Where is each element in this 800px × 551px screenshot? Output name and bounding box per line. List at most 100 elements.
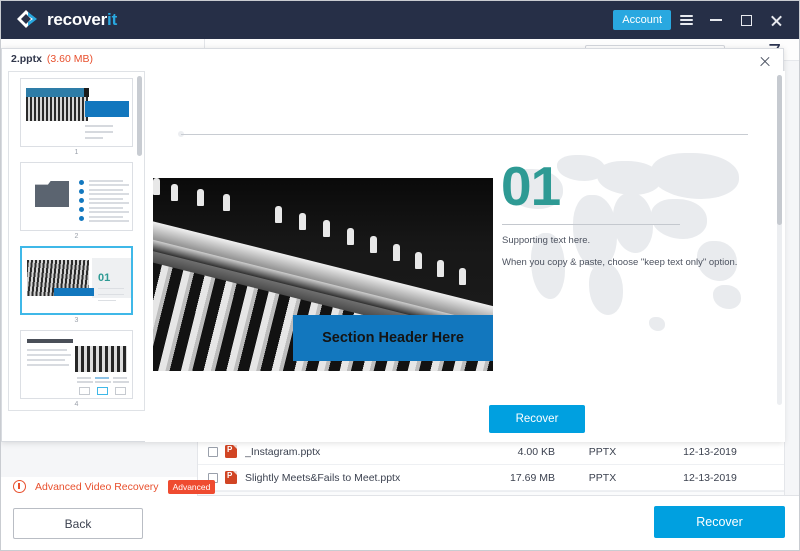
bottom-bar: Advanced Video Recovery Advanced Back Re… — [1, 477, 799, 550]
preview-scrollbar[interactable] — [777, 75, 782, 405]
thumb-bullet — [79, 180, 84, 185]
thumb-line — [27, 349, 67, 351]
thumbnail-scrollbar[interactable] — [137, 76, 142, 156]
photo-statue — [171, 184, 178, 201]
thumb-photo — [75, 346, 127, 372]
account-button[interactable]: Account — [613, 10, 671, 30]
thumb-line — [77, 381, 93, 383]
thumbnail-slide-2[interactable] — [20, 162, 133, 231]
thumb-line — [89, 193, 129, 195]
maximize-button[interactable] — [731, 5, 761, 35]
thumb-line — [113, 377, 127, 379]
thumb-line — [27, 364, 69, 366]
photo-statue — [415, 252, 422, 269]
thumb-line — [89, 184, 129, 186]
thumb-line — [113, 381, 129, 383]
table-row[interactable]: _Instagram.pptx 4.00 KB PPTX 12-13-2019 — [198, 439, 784, 465]
recoverit-logo-icon — [15, 8, 39, 32]
file-date: 12-13-2019 — [683, 471, 737, 484]
file-name: _Instagram.pptx — [245, 445, 321, 458]
file-list: _Instagram.pptx 4.00 KB PPTX 12-13-2019 … — [197, 439, 785, 511]
photo-statue — [393, 244, 400, 261]
thumb-line — [98, 294, 124, 296]
recoverit-window: recoverit Account 7 × _Instagra — [0, 0, 800, 551]
thumb-line — [77, 377, 91, 379]
thumbnail-number: 1 — [74, 149, 79, 156]
pptx-file-icon — [225, 471, 237, 484]
photo-statue — [223, 194, 230, 211]
thumbnail-number: 4 — [74, 401, 79, 408]
section-header-band: Section Header Here — [293, 315, 493, 361]
preview-file-name: 2.pptx — [11, 53, 42, 65]
thumb-heading-bar — [27, 339, 73, 343]
slide-big-number: 01 — [501, 155, 561, 217]
slide-supporting-text-2: When you copy & paste, choose "keep text… — [502, 257, 738, 268]
photo-statue — [197, 189, 204, 206]
close-window-button[interactable] — [761, 5, 791, 35]
thumbnail-slide-4[interactable] — [20, 330, 133, 399]
thumb-monitor-icon — [97, 387, 108, 395]
thumb-bullet — [79, 198, 84, 203]
thumb-line — [89, 180, 123, 182]
file-size: 4.00 KB — [517, 445, 555, 458]
photo-statue — [459, 268, 466, 285]
file-date: 12-13-2019 — [683, 445, 737, 458]
thumb-monitor-icon — [79, 387, 90, 395]
thumb-monitor-icon — [115, 387, 126, 395]
thumb-line — [89, 207, 123, 209]
table-row[interactable]: Slightly Meets&Fails to Meet.pptx 17.69 … — [198, 465, 784, 491]
thumb-line — [85, 125, 113, 127]
hamburger-icon — [679, 13, 693, 27]
thumbnail-slide-1[interactable] — [20, 78, 133, 147]
minimize-icon — [710, 19, 722, 21]
preview-close-icon[interactable] — [759, 55, 771, 67]
thumb-line — [95, 381, 111, 383]
preview-modal-body: 1 2 01 3 4 Section Header Here 01 Suppor… — [2, 69, 785, 442]
thumb-blue-band — [54, 288, 94, 296]
thumb-big-number: 01 — [98, 272, 111, 284]
section-header-text: Section Header Here — [322, 330, 464, 346]
thumb-line — [89, 220, 129, 222]
thumb-bullet — [79, 207, 84, 212]
thumb-line — [95, 377, 109, 379]
thumbnail-slide-3[interactable]: 01 — [20, 246, 133, 315]
photo-statue — [370, 236, 377, 253]
logo-text-accent: it — [107, 10, 118, 29]
slide-canvas: Section Header Here 01 Supporting text h… — [153, 77, 781, 401]
logo-text-main: recover — [47, 10, 108, 29]
photo-statue — [323, 220, 330, 237]
preview-recover-button[interactable]: Recover — [489, 405, 585, 433]
maximize-icon — [740, 14, 752, 26]
slide-supporting-text-1: Supporting text here. — [502, 235, 591, 246]
thumb-bullet — [79, 216, 84, 221]
thumb-line — [89, 211, 129, 213]
advanced-badge: Advanced — [167, 479, 216, 494]
slide-number-rule — [502, 224, 680, 225]
advanced-video-recovery-label: Advanced Video Recovery — [35, 480, 159, 493]
slide-preview-stage: Section Header Here 01 Supporting text h… — [145, 71, 785, 442]
advanced-video-recovery[interactable]: Advanced Video Recovery Advanced — [1, 477, 216, 496]
slide-thumbnail-panel: 1 2 01 3 4 — [8, 71, 145, 411]
minimize-button[interactable] — [701, 5, 731, 35]
preview-file-size: (3.60 MB) — [46, 53, 94, 65]
row-checkbox[interactable] — [208, 446, 218, 457]
thumb-bullet — [79, 189, 84, 194]
pptx-file-icon — [225, 445, 237, 458]
thumb-line — [89, 198, 123, 200]
photo-statue — [299, 213, 306, 230]
preview-modal-header: 2.pptx (3.60 MB) — [2, 49, 783, 69]
menu-button[interactable] — [671, 5, 701, 35]
preview-modal: 2.pptx (3.60 MB) 1 2 01 3 4 Section Head… — [1, 48, 785, 442]
photo-statue — [347, 228, 354, 245]
thumb-line — [89, 189, 123, 191]
thumb-blue-band — [85, 101, 129, 117]
logo-text: recoverit — [47, 10, 117, 30]
thumb-title-bar — [26, 88, 84, 97]
thumb-line — [85, 131, 113, 133]
thumb-line — [89, 216, 123, 218]
thumb-line — [27, 359, 65, 361]
close-icon — [770, 14, 783, 27]
back-button[interactable]: Back — [13, 508, 143, 539]
recover-button[interactable]: Recover — [654, 506, 785, 538]
thumb-line — [98, 300, 116, 302]
